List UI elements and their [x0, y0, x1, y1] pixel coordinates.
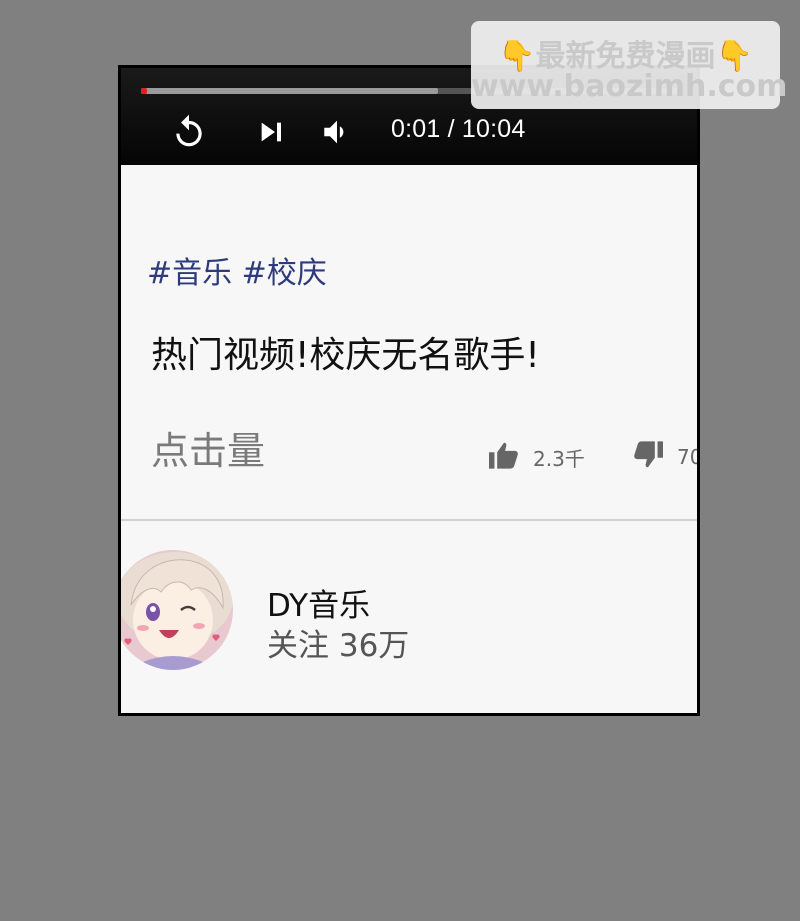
view-count-label: 点击量 [151, 429, 266, 473]
replay-button[interactable] [169, 112, 209, 152]
progress-played-fill [141, 88, 147, 94]
channel-avatar[interactable] [121, 550, 233, 670]
progress-buffer-fill [141, 88, 438, 94]
skip-next-button[interactable] [251, 112, 291, 152]
volume-button[interactable] [317, 112, 357, 152]
dislike-count: 70 [677, 445, 700, 469]
thumbs-up-icon [487, 440, 521, 474]
video-tags[interactable]: #音乐 #校庆 [147, 248, 327, 292]
like-count: 2.3千 [533, 446, 585, 471]
channel-name[interactable]: DY音乐 [267, 580, 370, 625]
skip-next-icon [255, 116, 287, 148]
volume-icon [320, 115, 354, 149]
video-title: 热门视频!校庆无名歌手! [151, 335, 540, 376]
watermark: 👇最新免费漫画👇 www.baozimh.com [471, 21, 788, 109]
replay-icon [170, 113, 208, 151]
like-button[interactable]: 2.3千 [487, 440, 585, 474]
divider [121, 519, 697, 521]
video-page-panel: 0:01 / 10:04 #音乐 #校庆 热门视频!校庆无名歌手! 点击量 2.… [118, 65, 700, 716]
dislike-button[interactable]: 70 [631, 440, 700, 474]
watermark-url: www.baozimh.com [471, 69, 788, 104]
time-display: 0:01 / 10:04 [391, 115, 526, 143]
thumbs-down-icon [631, 440, 665, 474]
subscriber-count: 关注 36万 [267, 628, 410, 664]
